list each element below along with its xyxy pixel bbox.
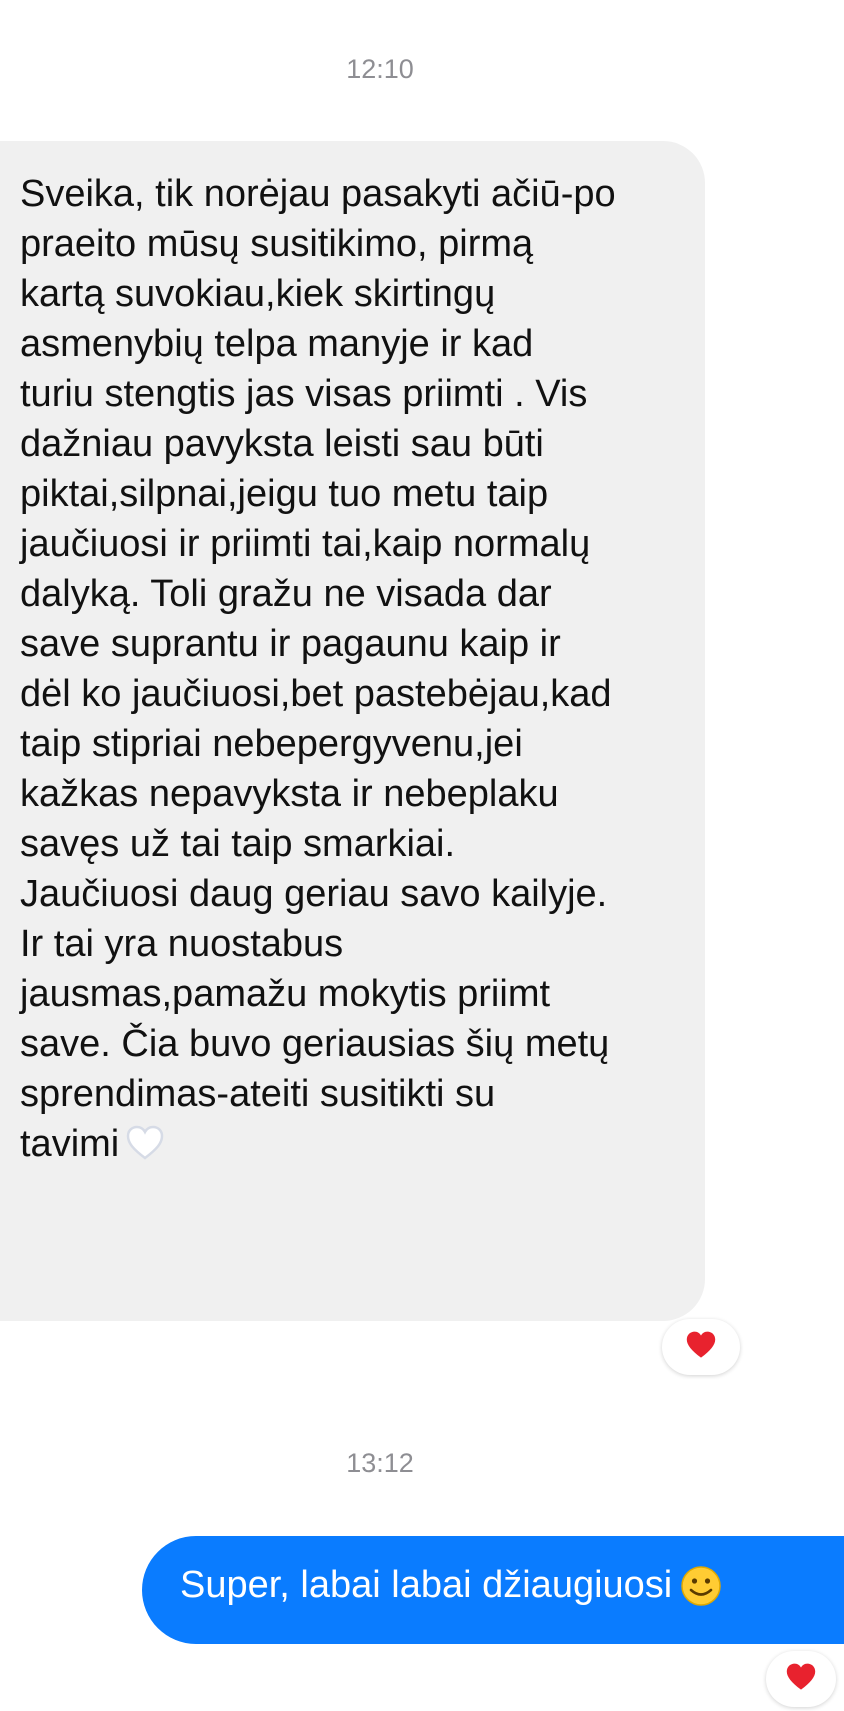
outgoing-message-label: Super, labai labai džiaugiuosi [180,1563,673,1606]
message-line: Sveika, tik norėjau pasakyti ačiū-po [20,173,616,215]
message-line-text: tavimi [20,1123,120,1165]
timestamp: 13:12 [346,1448,414,1478]
message-line: dalyką. Toli gražu ne visada dar [20,573,552,615]
incoming-message-bubble[interactable]: Sveika, tik norėjau pasakyti ačiū-po pra… [0,141,705,1321]
message-line: dėl ko jaučiuosi,bet pastebėjau,kad [20,673,612,715]
red-heart-icon [685,1330,717,1365]
message-line: Ir tai yra nuostabus [20,923,344,965]
message-line-last: tavimi [20,1119,685,1175]
message-line: save. Čia buvo geriausias šių metų [20,1023,610,1065]
message-line: praeito mūsų susitikimo, pirmą [20,223,534,265]
message-reaction[interactable] [766,1651,836,1707]
timestamp: 12:10 [346,54,414,84]
message-line: dažniau pavyksta leisti sau būti [20,423,544,465]
message-line: piktai,silpnai,jeigu tuo metu taip [20,473,549,515]
message-line: asmenybių telpa manyje ir kad [20,323,534,365]
outgoing-message-bubble[interactable]: Super, labai labai džiaugiuosi [142,1536,844,1644]
message-line: turiu stengtis jas visas priimti . Vis [20,373,588,415]
red-heart-icon [785,1662,817,1697]
outgoing-message-text: Super, labai labai džiaugiuosi [180,1564,722,1617]
smiley-icon [680,1565,722,1617]
message-line: taip stipriai nebepergyvenu,jei [20,723,523,765]
message-line: kažkas nepavyksta ir nebeplaku [20,773,559,815]
message-line: save suprantu ir pagaunu kaip ir [20,623,561,665]
message-line: jaučiuosi ir priimti tai,kaip normalų [20,523,591,565]
incoming-message-text: Sveika, tik norėjau pasakyti ačiū-po pra… [20,169,685,1175]
message-line: kartą suvokiau,kiek skirtingų [20,273,496,315]
white-heart-icon [125,1124,165,1175]
message-reaction[interactable] [662,1319,740,1375]
message-line: savęs už tai taip smarkiai. [20,823,456,865]
message-line: sprendimas-ateiti susitikti su [20,1073,496,1115]
message-line: jausmas,pamažu mokytis priimt [20,973,551,1015]
message-line: Jaučiuosi daug geriau savo kailyje. [20,873,608,915]
